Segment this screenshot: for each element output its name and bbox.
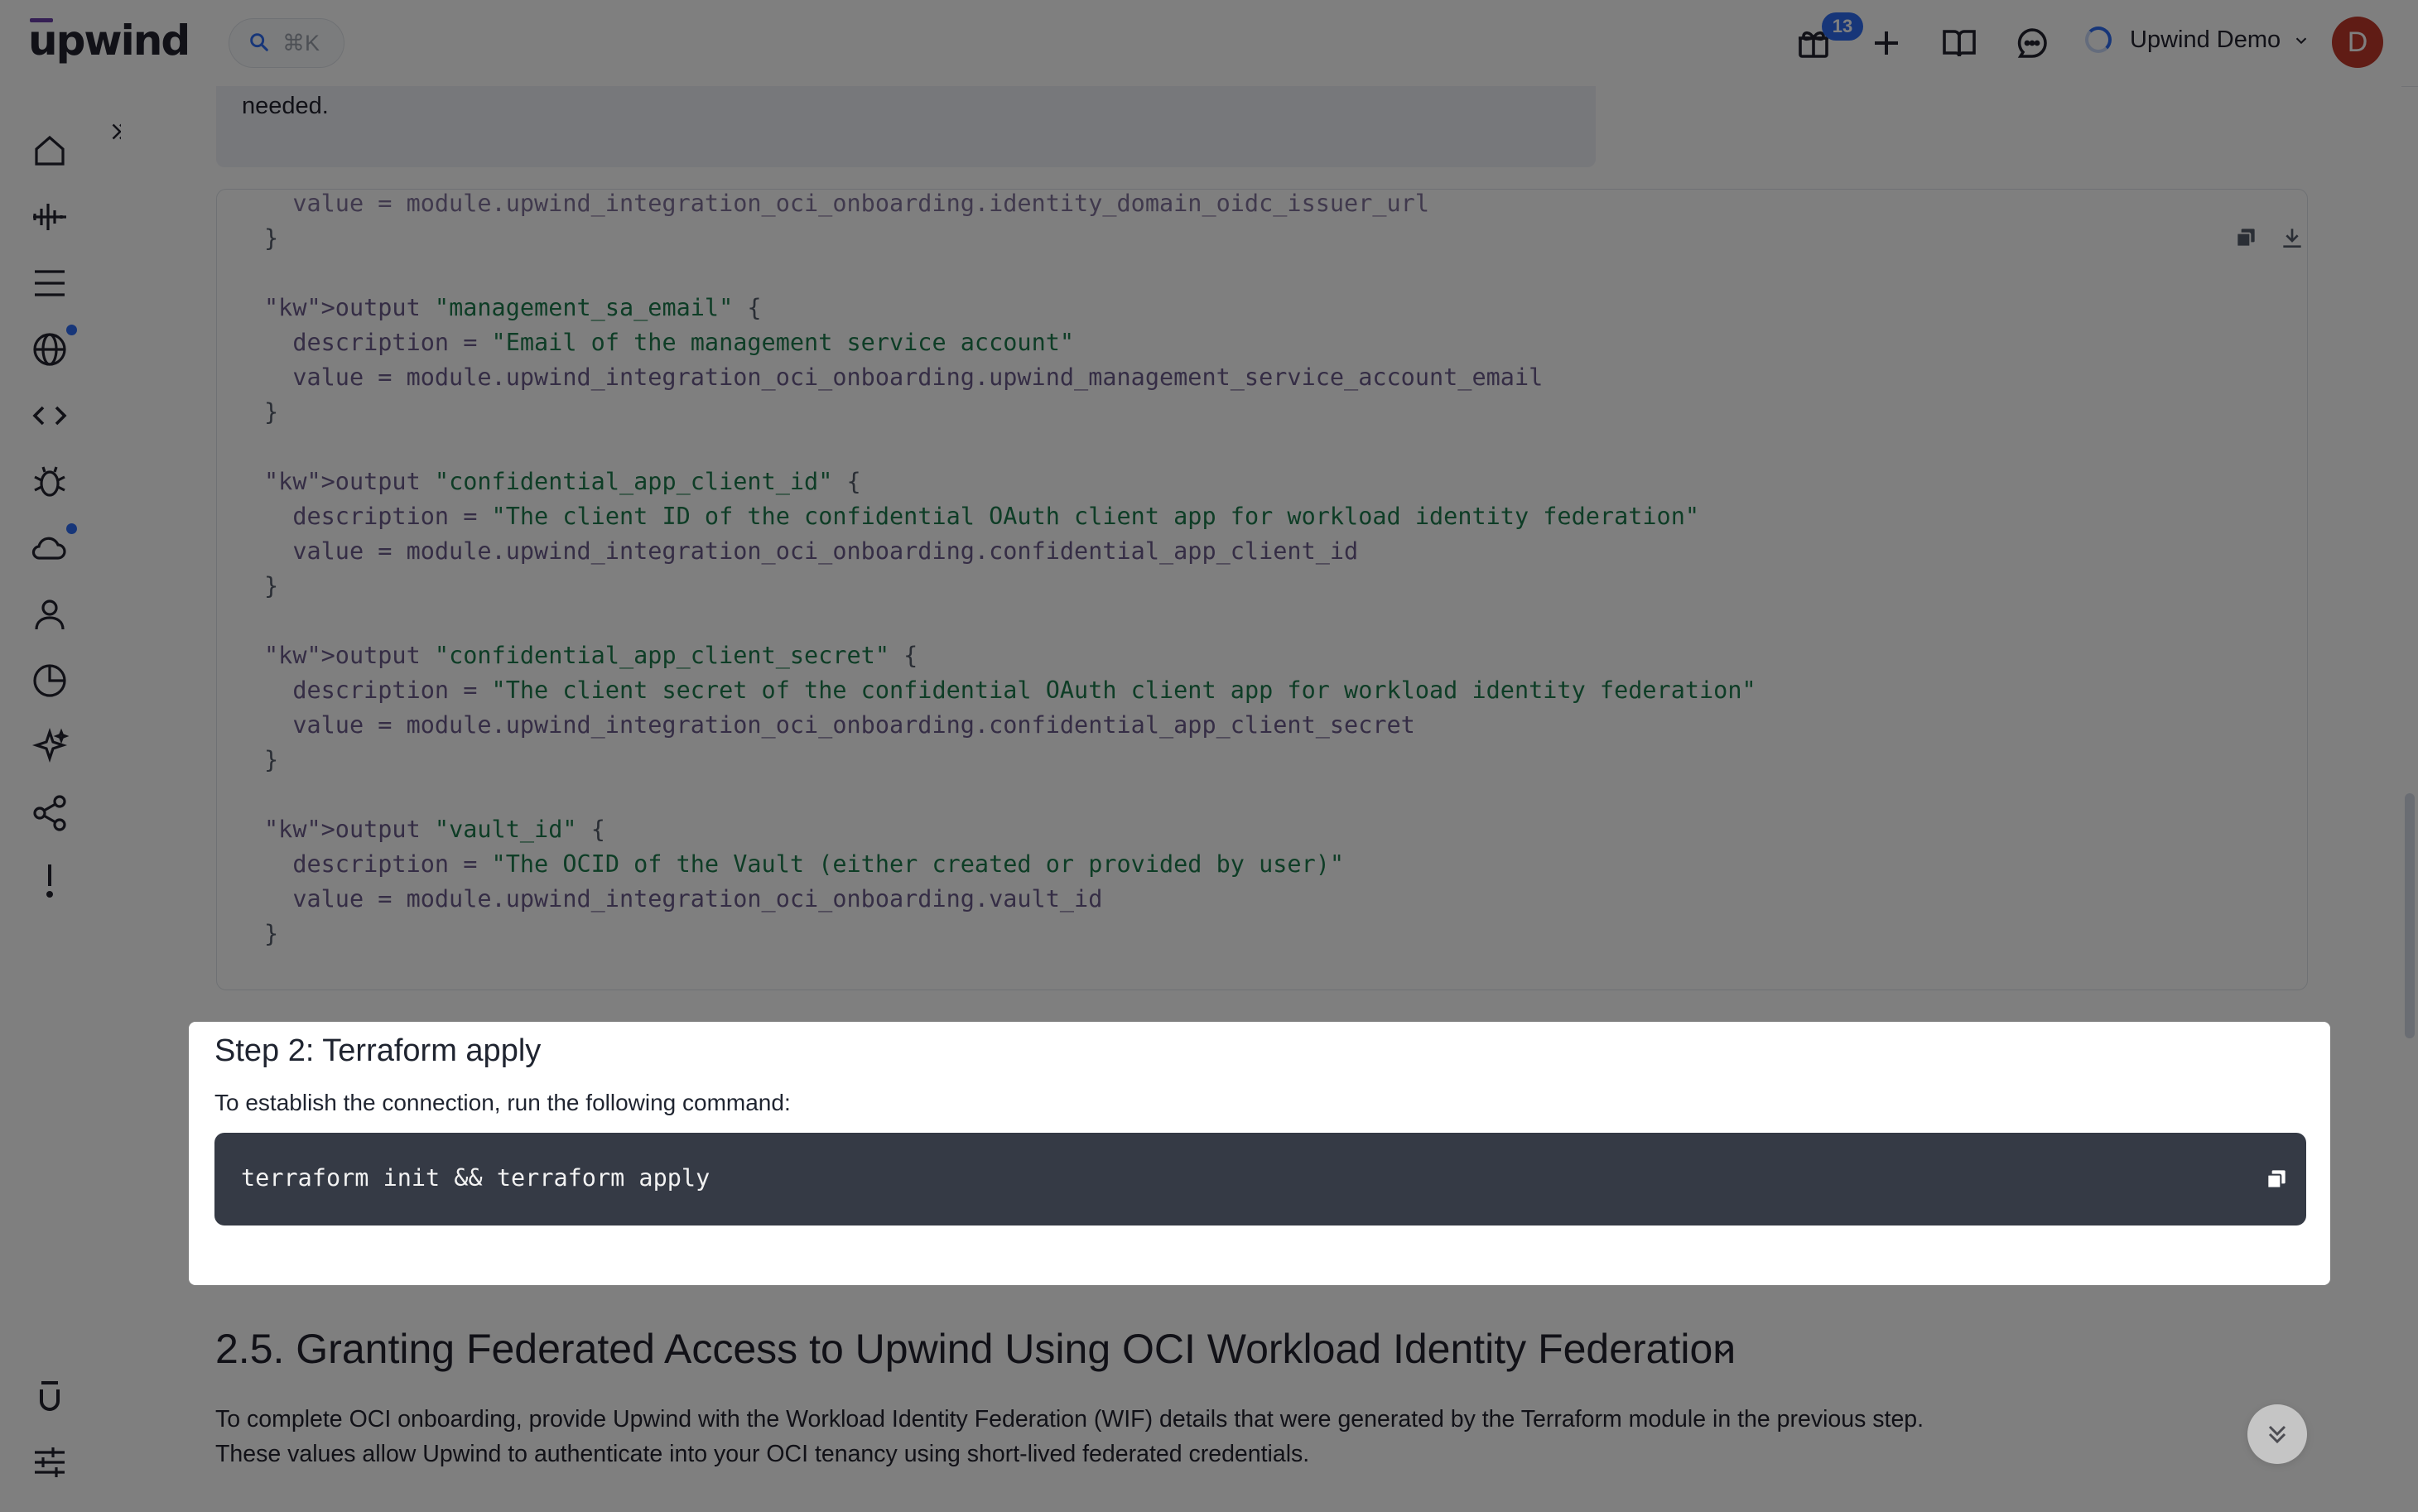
- code-line: "kw">output "vault_id" {: [264, 816, 605, 843]
- upwind-logo[interactable]: upwind: [28, 17, 190, 65]
- code-line: description = "Email of the management s…: [264, 329, 1075, 356]
- copy-icon[interactable]: [2233, 224, 2259, 251]
- sidebar: [0, 86, 122, 1512]
- org-selector[interactable]: Upwind Demo: [2130, 26, 2281, 54]
- code-line: "kw">output "confidential_app_client_id"…: [264, 468, 861, 495]
- notification-badge: 13: [1822, 12, 1863, 41]
- home-icon[interactable]: [30, 131, 70, 171]
- highlighted-step: Step 2: Terraform apply To establish the…: [189, 1022, 2330, 1285]
- code-icon[interactable]: [30, 396, 70, 436]
- section-title: 2.5. Granting Federated Access to Upwind…: [215, 1326, 1736, 1372]
- main-content: value = module.upwind_integration_oci_on…: [121, 86, 2401, 1512]
- bug-icon[interactable]: [30, 462, 70, 502]
- code-line: value = module.upwind_integration_oci_on…: [264, 190, 1429, 217]
- code-line: "kw">output "confidential_app_client_sec…: [264, 642, 918, 669]
- loading-spinner-icon: [2085, 26, 2112, 53]
- code-line: description = "The client secret of the …: [264, 677, 1756, 704]
- list-icon[interactable]: [30, 263, 70, 303]
- code-block: value = module.upwind_integration_oci_on…: [216, 189, 2308, 990]
- command-text: terraform init && terraform apply: [241, 1164, 710, 1192]
- sparkle-icon[interactable]: [30, 727, 70, 767]
- code-line: }: [264, 572, 279, 600]
- alert-icon[interactable]: [30, 860, 70, 899]
- scrollbar[interactable]: [2405, 793, 2415, 1038]
- info-note: [216, 86, 1596, 167]
- code-line: description = "The OCID of the Vault (ei…: [264, 850, 1345, 878]
- section-paragraph: To complete OCI onboarding, provide Upwi…: [215, 1406, 1924, 1433]
- code-line: value = module.upwind_integration_oci_on…: [264, 885, 1103, 912]
- copy-command-icon[interactable]: [2263, 1166, 2290, 1192]
- code-line: value = module.upwind_integration_oci_on…: [264, 537, 1359, 565]
- note-text: needed.: [242, 93, 329, 119]
- user-avatar[interactable]: D: [2332, 17, 2383, 68]
- globe-notification-dot: [66, 325, 77, 335]
- chat-icon[interactable]: [2012, 23, 2052, 63]
- code-line: }: [264, 920, 279, 947]
- settings-sliders-icon[interactable]: [30, 1442, 70, 1482]
- command-block: terraform init && terraform apply: [214, 1133, 2306, 1225]
- code-content: value = module.upwind_integration_oci_on…: [264, 186, 1756, 951]
- pie-chart-icon[interactable]: [30, 661, 70, 701]
- code-line: value = module.upwind_integration_oci_on…: [264, 711, 1415, 739]
- code-line: }: [264, 224, 279, 252]
- search-icon: [250, 33, 268, 51]
- scroll-down-button[interactable]: [2247, 1404, 2307, 1464]
- chevron-down-icon[interactable]: [2292, 31, 2310, 50]
- section-paragraph: These values allow Upwind to authenticat…: [215, 1441, 1310, 1467]
- activity-icon[interactable]: [30, 197, 70, 237]
- search-button[interactable]: ⌘K: [229, 18, 344, 68]
- search-shortcut: ⌘K: [282, 31, 320, 55]
- book-icon[interactable]: [1939, 23, 1979, 63]
- code-line: }: [264, 746, 279, 773]
- share-graph-icon[interactable]: [30, 793, 70, 833]
- user-icon[interactable]: [30, 595, 70, 634]
- cloud-notification-dot: [66, 523, 77, 534]
- download-icon[interactable]: [2279, 224, 2305, 251]
- code-line: description = "The client ID of the conf…: [264, 503, 1700, 530]
- step-description: To establish the connection, run the fol…: [214, 1090, 791, 1115]
- plus-icon[interactable]: [1866, 23, 1906, 63]
- step-title: Step 2: Terraform apply: [214, 1033, 542, 1068]
- double-chevron-down-icon: [2268, 1425, 2286, 1444]
- top-bar: upwind ⌘K 13 Upwind Demo D: [0, 0, 2418, 87]
- cloud-icon[interactable]: [30, 528, 70, 568]
- upwind-mark-icon[interactable]: [30, 1378, 70, 1418]
- code-line: value = module.upwind_integration_oci_on…: [264, 364, 1544, 391]
- code-line: "kw">output "management_sa_email" {: [264, 294, 762, 321]
- section-chevron-icon[interactable]: [1711, 1340, 1736, 1365]
- globe-icon[interactable]: [30, 330, 70, 369]
- code-line: }: [264, 398, 279, 426]
